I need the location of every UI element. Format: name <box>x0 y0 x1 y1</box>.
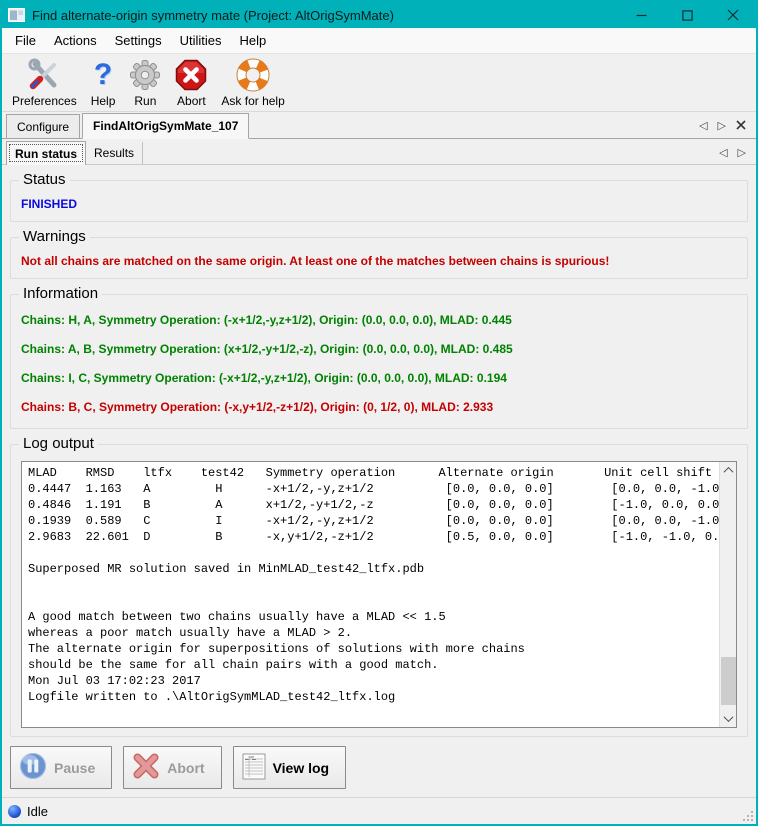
run-status-page: Status FINISHED Warnings Not all chains … <box>2 165 756 797</box>
menu-help[interactable]: Help <box>230 29 275 52</box>
subtab-run-status-label: Run status <box>15 147 77 161</box>
tab-configure[interactable]: Configure <box>6 114 80 138</box>
gear-icon <box>129 57 161 93</box>
tab-findaltorigsymmate-107[interactable]: FindAltOrigSymMate_107 <box>82 113 249 139</box>
scrollbar-thumb[interactable] <box>721 657 736 705</box>
status-value: FINISHED <box>21 197 737 211</box>
stop-octagon-icon <box>175 57 207 93</box>
scroll-up-icon[interactable] <box>720 462 737 479</box>
ask-for-help-label: Ask for help <box>221 94 284 108</box>
warnings-groupbox-title: Warnings <box>19 228 90 245</box>
info-line: Chains: I, C, Symmetry Operation: (-x+1/… <box>21 371 737 385</box>
run-button[interactable]: Run <box>123 56 167 109</box>
view-log-button[interactable]: View log <box>233 746 347 789</box>
subtab-run-status[interactable]: Run status <box>6 141 86 165</box>
subtab-scroll-right-icon[interactable]: ▷ <box>738 148 746 159</box>
menu-utilities[interactable]: Utilities <box>171 29 231 52</box>
tab-configure-label: Configure <box>17 120 69 134</box>
tab-findaltorigsymmate-107-label: FindAltOrigSymMate_107 <box>93 119 238 133</box>
window-icon <box>8 8 25 22</box>
log-output-groupbox: Log output MLAD RMSD ltfx test42 Symmetr… <box>10 444 748 737</box>
menu-bar: File Actions Settings Utilities Help <box>2 28 756 54</box>
tools-icon <box>27 57 61 93</box>
subtab-scroll-left-icon[interactable]: ◁ <box>719 148 727 159</box>
log-vertical-scrollbar[interactable] <box>719 462 736 727</box>
subtab-bar: Run status Results ◁ ▷ <box>2 139 756 165</box>
preferences-button[interactable]: Preferences <box>6 56 83 109</box>
log-sheet-icon <box>242 753 266 783</box>
window-title: Find alternate-origin symmetry mate (Pro… <box>32 8 394 23</box>
view-log-button-label: View log <box>273 760 330 776</box>
help-label: Help <box>91 94 116 108</box>
title-bar: Find alternate-origin symmetry mate (Pro… <box>2 2 756 28</box>
pause-button[interactable]: Pause <box>10 746 112 789</box>
help-button[interactable]: ? Help <box>85 56 122 109</box>
abort-label: Abort <box>177 94 206 108</box>
status-bar: Idle <box>2 797 756 824</box>
maximize-button[interactable] <box>664 2 710 28</box>
warning-message: Not all chains are matched on the same o… <box>21 254 737 268</box>
info-line: Chains: A, B, Symmetry Operation: (x+1/2… <box>21 342 737 356</box>
action-button-row: Pause Abort <box>10 746 748 789</box>
info-line: Chains: H, A, Symmetry Operation: (-x+1/… <box>21 313 737 327</box>
log-output-groupbox-title: Log output <box>19 435 98 452</box>
status-bar-text: Idle <box>27 804 48 819</box>
preferences-label: Preferences <box>12 94 77 108</box>
tab-bar: Configure FindAltOrigSymMate_107 ◁ ▷ <box>2 112 756 139</box>
warnings-groupbox: Warnings Not all chains are matched on t… <box>10 237 748 279</box>
status-groupbox: Status FINISHED <box>10 180 748 222</box>
toolbar: Preferences ? Help Run <box>2 54 756 112</box>
pause-sphere-icon <box>19 752 47 783</box>
menu-file[interactable]: File <box>6 29 45 52</box>
scroll-down-icon[interactable] <box>720 710 737 727</box>
menu-actions[interactable]: Actions <box>45 29 106 52</box>
life-ring-icon <box>236 57 270 93</box>
log-output-area[interactable]: MLAD RMSD ltfx test42 Symmetry operation… <box>21 461 737 728</box>
question-mark-icon: ? <box>94 57 112 93</box>
app-window: Find alternate-origin symmetry mate (Pro… <box>0 0 758 826</box>
tab-scroll-left-icon[interactable]: ◁ <box>699 121 707 132</box>
idle-indicator-icon <box>8 805 21 818</box>
info-line: Chains: B, C, Symmetry Operation: (-x,y+… <box>21 400 737 414</box>
minimize-button[interactable] <box>618 2 664 28</box>
tab-scroll-right-icon[interactable]: ▷ <box>718 121 726 132</box>
menu-settings[interactable]: Settings <box>106 29 171 52</box>
log-output-text: MLAD RMSD ltfx test42 Symmetry operation… <box>22 462 719 727</box>
close-window-button[interactable] <box>710 2 756 28</box>
abort-button-label: Abort <box>167 760 204 776</box>
tab-close-icon[interactable] <box>736 119 746 133</box>
information-groupbox: Information Chains: H, A, Symmetry Opera… <box>10 294 748 429</box>
pause-button-label: Pause <box>54 760 95 776</box>
subtab-results-label: Results <box>94 146 134 160</box>
status-groupbox-title: Status <box>19 171 70 188</box>
run-label: Run <box>134 94 156 108</box>
abort-button[interactable]: Abort <box>169 56 213 109</box>
abort-run-button[interactable]: Abort <box>123 746 221 789</box>
subtab-results[interactable]: Results <box>86 142 143 164</box>
information-groupbox-title: Information <box>19 285 102 302</box>
resize-grip[interactable] <box>741 809 753 821</box>
ask-for-help-button[interactable]: Ask for help <box>215 56 290 109</box>
red-x-icon <box>132 752 160 783</box>
